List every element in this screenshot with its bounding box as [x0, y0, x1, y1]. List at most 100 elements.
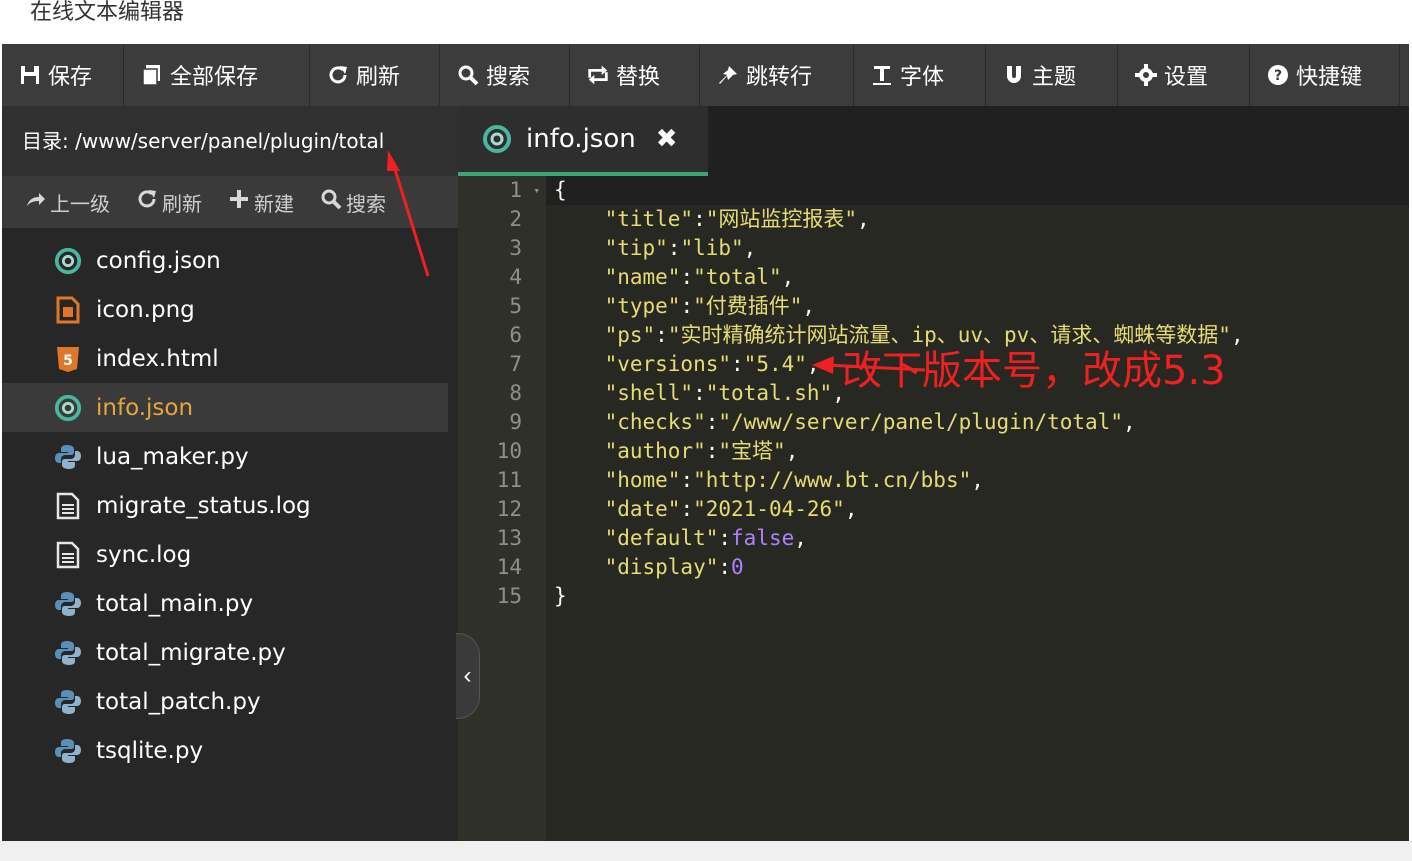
toolbar-text-cursor-button[interactable]: 字体 — [854, 44, 986, 106]
search-icon — [456, 63, 480, 87]
python-icon — [54, 737, 82, 765]
code-token: , — [971, 468, 984, 492]
code-token: : — [680, 265, 694, 289]
pin-icon — [716, 63, 740, 87]
line-number: 9 — [458, 408, 546, 437]
code-token: "display" — [604, 555, 719, 579]
line-number-text: 2 — [509, 207, 522, 231]
sidebar-tool-search[interactable]: 搜索 — [320, 188, 386, 217]
sidebar-tool-label: 上一级 — [50, 191, 110, 216]
code-line: "checks":"/www/server/panel/plugin/total… — [546, 408, 1409, 437]
code-token: "total.sh" — [705, 381, 833, 405]
editor-frame: 保存 全部保存 刷新 搜索 替换 跳转行 字体 主题 设置? 快捷键 目录: /www/serve… — [2, 44, 1409, 841]
toolbar-button-label: 保存 — [48, 65, 93, 90]
code-line: "author":"宝塔", — [546, 437, 1409, 466]
file-item[interactable]: migrate_status.log — [2, 481, 448, 530]
code-editor: info.json ✖ 1 ▾ 2 3 4 5 6 7 8 9 10 11 12 13 14 15 { "ti… — [458, 106, 1409, 841]
line-number: 15 — [458, 582, 546, 611]
file-list: config.json icon.png 5 index.html info.json l… — [2, 236, 448, 775]
file-name: migrate_status.log — [96, 492, 311, 519]
file-item[interactable]: 5 index.html — [2, 334, 448, 383]
toolbar-button-label: 替换 — [616, 65, 661, 90]
code-token: : — [718, 555, 732, 579]
line-number: 5 — [458, 292, 546, 321]
code-line: "date":"2021-04-26", — [546, 495, 1409, 524]
line-number-text: 12 — [496, 497, 522, 521]
code-line: "tip":"lib", — [546, 234, 1409, 263]
code-token: "versions" — [604, 352, 732, 376]
sidebar-tool-refresh[interactable]: 刷新 — [136, 188, 202, 217]
code-token: , — [806, 352, 820, 376]
search-icon — [320, 188, 342, 216]
code-token: : — [693, 381, 706, 405]
line-number-text: 4 — [509, 265, 522, 289]
toolbar-search-button[interactable]: 搜索 — [440, 44, 570, 106]
toolbar-magnet-button[interactable]: 主题 — [986, 44, 1118, 106]
toolbar-button-label: 刷新 — [356, 65, 401, 90]
code-line: "title":"网站监控报表", — [546, 205, 1409, 234]
file-name: config.json — [96, 247, 221, 274]
code-line: "default":false, — [546, 524, 1409, 553]
file-name: total_main.py — [96, 590, 254, 617]
code-token: : — [705, 410, 719, 434]
line-number-text: 3 — [509, 236, 522, 260]
line-number-text: 14 — [496, 555, 522, 579]
gear-icon — [1134, 63, 1158, 87]
toolbar-button-label: 设置 — [1164, 65, 1209, 90]
file-item[interactable]: sync.log — [2, 530, 448, 579]
file-item[interactable]: total_patch.py — [2, 677, 448, 726]
file-item[interactable]: tsqlite.py — [2, 726, 448, 775]
svg-text:5: 5 — [63, 353, 73, 369]
line-gutter: 1 ▾ 2 3 4 5 6 7 8 9 10 11 12 13 14 15 — [458, 176, 546, 841]
toolbar-button-label: 搜索 — [486, 65, 531, 90]
file-item[interactable]: icon.png — [2, 285, 448, 334]
html5-icon: 5 — [54, 345, 82, 373]
code-token: "网站监控报表" — [705, 207, 858, 231]
toolbar-save-button[interactable]: 保存 — [2, 44, 124, 106]
file-item[interactable]: lua_maker.py — [2, 432, 448, 481]
image-file-icon — [54, 296, 82, 324]
code-token: : — [655, 323, 668, 347]
file-item[interactable]: total_main.py — [2, 579, 448, 628]
help-icon: ? — [1266, 63, 1290, 87]
sidebar-tool-plus[interactable]: 新建 — [228, 188, 294, 217]
line-number: 7 — [458, 350, 546, 379]
code-token: : — [680, 497, 694, 521]
sidebar-collapse-handle[interactable]: ‹ — [456, 633, 480, 719]
line-number: 8 — [458, 379, 546, 408]
code-token: "home" — [604, 468, 681, 492]
json-icon — [54, 247, 82, 275]
code-token: 0 — [731, 555, 744, 579]
line-number: 4 — [458, 263, 546, 292]
file-item[interactable]: total_migrate.py — [2, 628, 448, 677]
line-number: 11 — [458, 466, 546, 495]
file-item[interactable]: config.json — [2, 236, 448, 285]
python-icon — [54, 688, 82, 716]
toolbar-save-all-button[interactable]: 全部保存 — [124, 44, 310, 106]
plus-icon — [228, 188, 250, 216]
toolbar-gear-button[interactable]: 设置 — [1118, 44, 1250, 106]
toolbar-pin-button[interactable]: 跳转行 — [700, 44, 854, 106]
code-token: "checks" — [604, 410, 706, 434]
line-number: 6 — [458, 321, 546, 350]
toolbar: 保存 全部保存 刷新 搜索 替换 跳转行 字体 主题 设置 ? 快捷键 — [2, 44, 1409, 106]
tab-label: info.json — [526, 124, 636, 154]
close-icon[interactable]: ✖ — [656, 124, 678, 154]
toolbar-refresh-button[interactable]: 刷新 — [310, 44, 440, 106]
code-token: "ps" — [604, 323, 656, 347]
save-all-icon — [140, 63, 164, 87]
file-item[interactable]: info.json — [2, 383, 448, 432]
sidebar-tools: 上一级 刷新 新建 搜索 — [2, 176, 458, 228]
code-area[interactable]: { "title":"网站监控报表", "tip":"lib", "name":… — [546, 176, 1409, 841]
toolbar-replace-button[interactable]: 替换 — [570, 44, 700, 106]
tab-info-json[interactable]: info.json ✖ — [458, 106, 708, 176]
toolbar-help-button[interactable]: ? 快捷键 — [1250, 44, 1400, 106]
code-line: } — [546, 582, 1409, 611]
fold-toggle-icon[interactable]: ▾ — [533, 176, 540, 205]
sidebar-tool-share-arrow[interactable]: 上一级 — [24, 188, 110, 217]
code-token: , — [844, 497, 858, 521]
